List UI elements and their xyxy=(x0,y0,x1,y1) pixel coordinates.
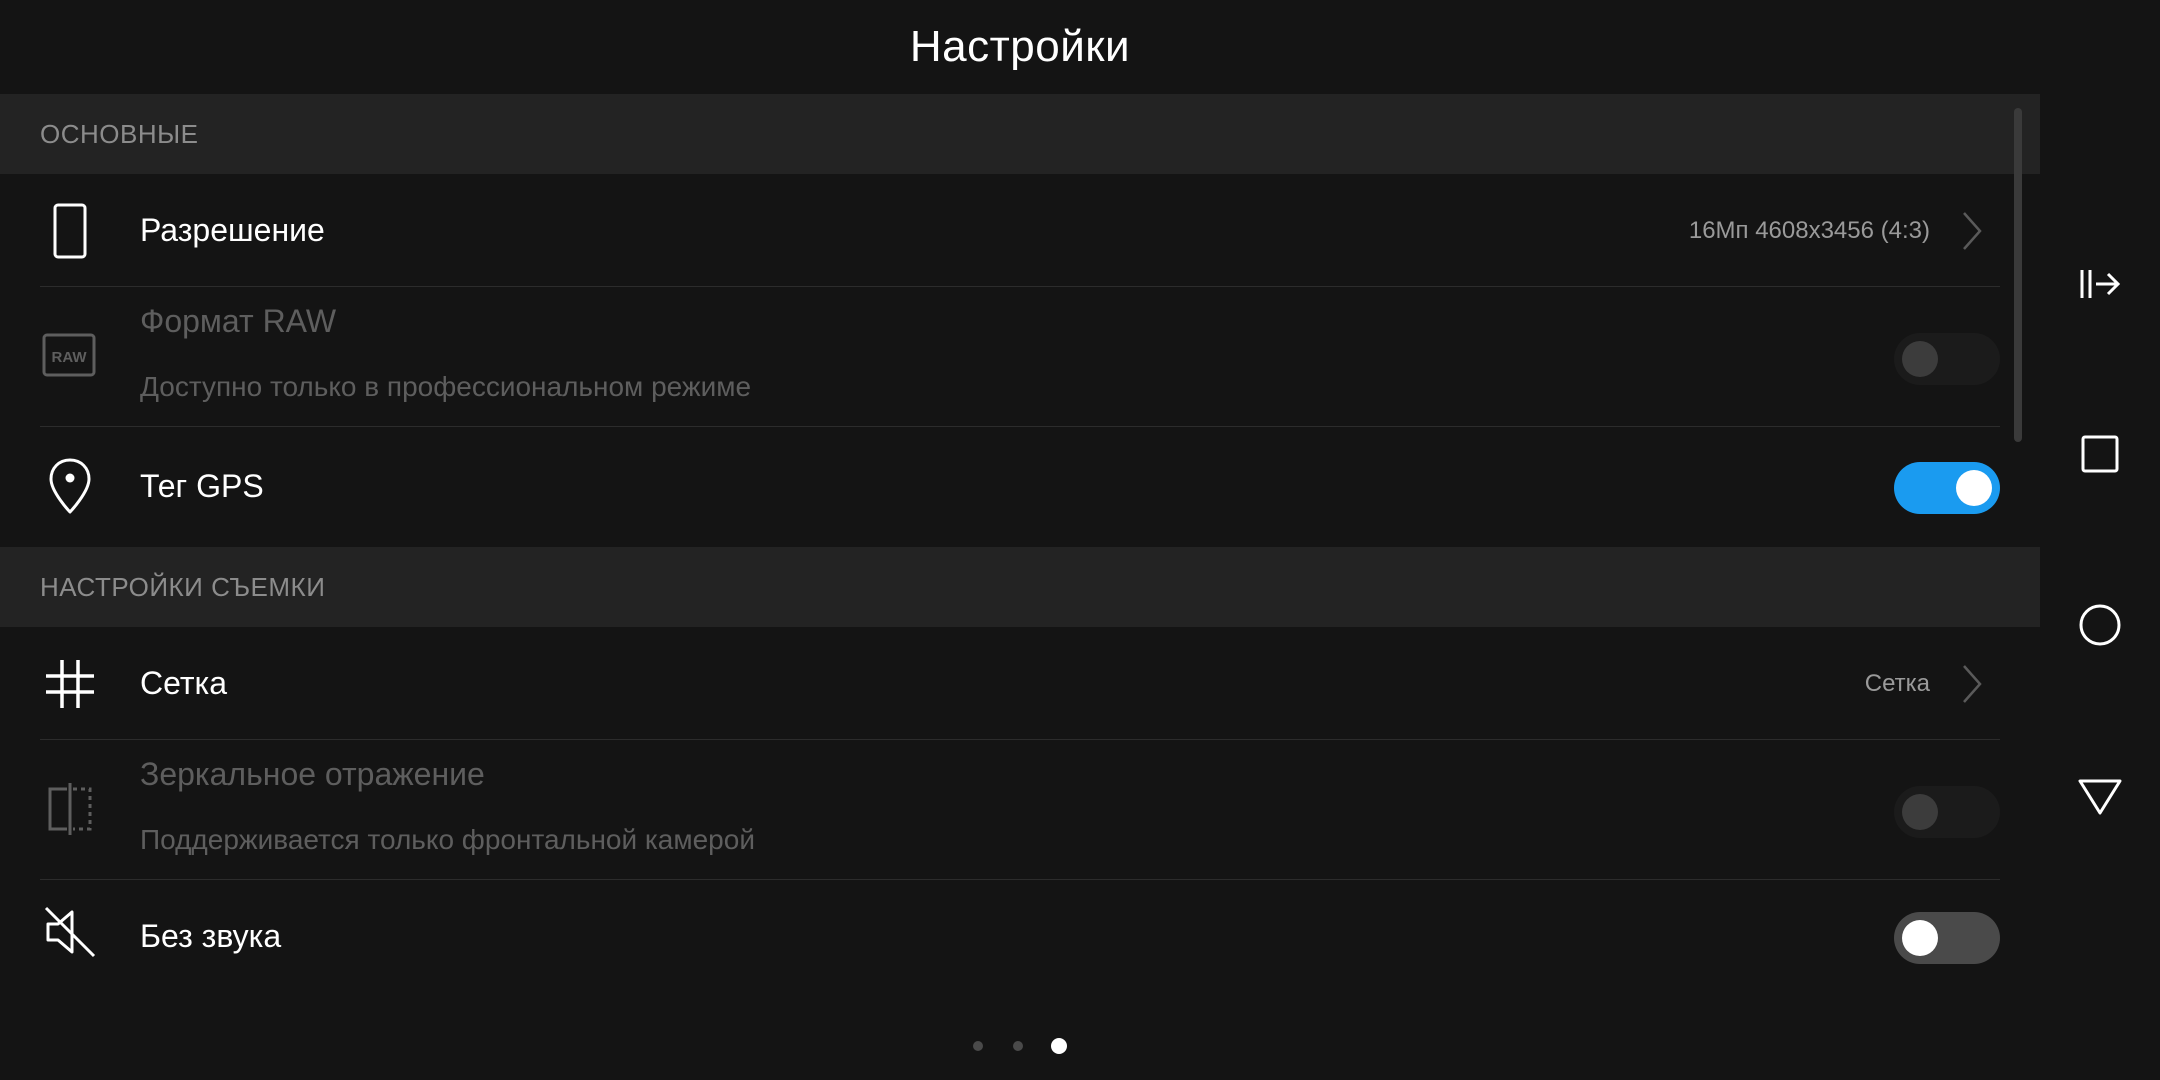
mute-icon xyxy=(38,900,102,964)
raw-format-toggle xyxy=(1894,333,2000,385)
setting-mirror-sublabel: Поддерживается только фронтальной камеро… xyxy=(140,824,755,855)
grid-icon xyxy=(38,652,102,716)
location-pin-icon xyxy=(38,454,102,518)
toggle-knob xyxy=(1902,920,1938,956)
setting-grid-value: Сетка xyxy=(1864,670,1930,697)
navigation-bar xyxy=(2040,0,2160,1080)
raw-icon: RAW xyxy=(38,324,102,388)
gps-tag-toggle[interactable] xyxy=(1894,462,2000,514)
setting-mute[interactable]: Без звука xyxy=(0,880,2000,964)
setting-mirror-label: Зеркальное отражение xyxy=(140,756,485,792)
page-title: Настройки xyxy=(909,22,1131,71)
mirror-toggle xyxy=(1894,786,2000,838)
section-title-shooting: НАСТРОЙКИ СЪЕМКИ xyxy=(40,571,326,602)
page-dot-2[interactable] xyxy=(1013,1041,1023,1051)
page-indicator xyxy=(0,1036,2040,1056)
section-header-general: ОСНОВНЫЕ xyxy=(0,94,2040,174)
toggle-knob xyxy=(1956,470,1992,506)
setting-resolution-value: 16Мп 4608x3456 (4:3) xyxy=(1688,217,1930,244)
chevron-right-icon xyxy=(1963,212,1982,250)
mirror-icon xyxy=(38,777,102,841)
section-header-shooting: НАСТРОЙКИ СЪЕМКИ xyxy=(0,547,2040,627)
setting-grid[interactable]: Сетка Сетка xyxy=(0,627,2000,741)
settings-list: ОСНОВНЫЕ Разрешение 16Мп 4608x3456 (4:3)… xyxy=(0,94,2040,964)
setting-mirror: Зеркальное отражение Поддерживается толь… xyxy=(0,740,2000,880)
svg-text:RAW: RAW xyxy=(52,349,88,366)
setting-raw-sublabel: Доступно только в профессиональном режим… xyxy=(140,371,752,402)
setting-grid-label: Сетка xyxy=(140,665,227,701)
section-title-general: ОСНОВНЫЕ xyxy=(40,118,199,149)
scrollbar[interactable] xyxy=(2014,108,2022,442)
toggle-knob xyxy=(1902,341,1938,377)
setting-resolution-label: Разрешение xyxy=(140,212,325,248)
page-dot-3-active[interactable] xyxy=(1051,1038,1067,1054)
recents-icon[interactable] xyxy=(2070,424,2130,484)
setting-resolution[interactable]: Разрешение 16Мп 4608x3456 (4:3) xyxy=(0,174,2000,288)
setting-mute-label: Без звука xyxy=(140,918,282,954)
setting-raw-label: Формат RAW xyxy=(140,303,337,339)
header: Настройки xyxy=(0,0,2040,94)
home-icon[interactable] xyxy=(2070,595,2130,655)
camera-settings-screen: Настройки ОСНОВНЫЕ Разрешение 16Мп 4608x… xyxy=(0,0,2160,1080)
page-dot-1[interactable] xyxy=(973,1041,983,1051)
tablet-icon xyxy=(38,199,102,263)
mute-toggle[interactable] xyxy=(1894,912,2000,964)
toggle-knob xyxy=(1902,794,1938,830)
chevron-right-icon xyxy=(1963,665,1982,703)
setting-gps-label: Тег GPS xyxy=(140,468,264,504)
dock-icon[interactable] xyxy=(2070,254,2130,314)
back-icon[interactable] xyxy=(2070,765,2130,825)
setting-raw-format: RAW Формат RAW Доступно только в професс… xyxy=(0,287,2000,427)
setting-gps-tag[interactable]: Тег GPS xyxy=(0,427,2000,547)
